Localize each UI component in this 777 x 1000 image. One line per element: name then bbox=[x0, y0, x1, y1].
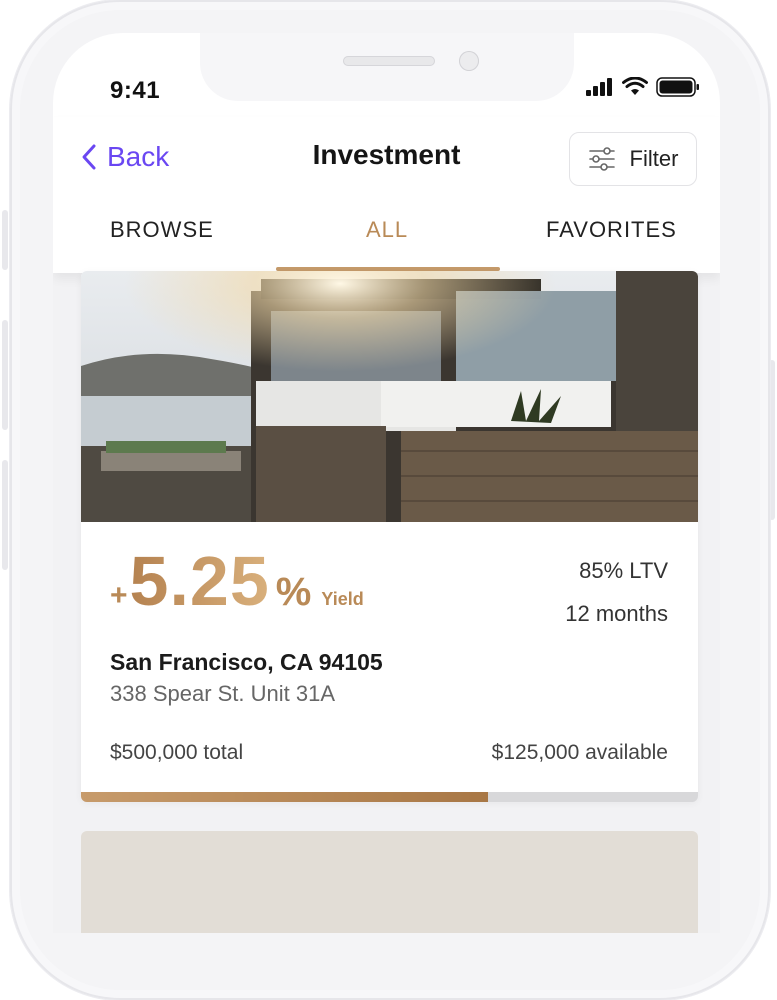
property-city: San Francisco, CA 94105 bbox=[110, 649, 383, 675]
total-amount: $500,000 total bbox=[110, 741, 244, 764]
property-address: 338 Spear St. Unit 31A bbox=[110, 681, 336, 706]
phone-screen: 9:41 Back Investment Filter BROWSE ALL F… bbox=[53, 33, 720, 933]
status-icons bbox=[586, 77, 700, 97]
phone-notch bbox=[200, 33, 574, 101]
phone-camera bbox=[459, 51, 479, 71]
yield-unit: % bbox=[275, 570, 312, 614]
term-value: 12 months bbox=[565, 601, 668, 626]
yield-value: 5.25 bbox=[129, 542, 270, 620]
filter-button[interactable]: Filter bbox=[569, 132, 697, 186]
signal-icon bbox=[586, 78, 612, 96]
sliders-icon bbox=[588, 147, 615, 171]
funding-progress-fill bbox=[81, 792, 489, 802]
phone-side-button bbox=[2, 210, 8, 270]
filter-button-label: Filter bbox=[629, 146, 679, 171]
battery-icon bbox=[656, 77, 699, 97]
navigation-bar: Back Investment Filter BROWSE ALL FAVORI… bbox=[53, 117, 720, 273]
tab-favorites[interactable]: FAVORITES bbox=[546, 217, 677, 243]
yield-label: Yield bbox=[321, 589, 364, 609]
yield-sign: + bbox=[110, 579, 128, 612]
loan-terms: 85% LTV 12 months bbox=[565, 549, 668, 635]
available-amount: $125,000 available bbox=[491, 741, 668, 764]
phone-speaker bbox=[343, 56, 435, 66]
wifi-icon bbox=[622, 77, 648, 95]
status-time: 9:41 bbox=[110, 77, 161, 104]
investment-card[interactable]: + 5.25 % Yield 85% LTV 12 months San Fra… bbox=[81, 271, 698, 801]
phone-side-button bbox=[2, 320, 8, 430]
funding-progress-bar bbox=[81, 792, 698, 802]
next-investment-card[interactable] bbox=[81, 831, 698, 933]
tab-all[interactable]: ALL bbox=[366, 217, 408, 243]
tab-bar: BROWSE ALL FAVORITES bbox=[53, 217, 720, 273]
yield-display: + 5.25 % Yield bbox=[110, 541, 364, 621]
ltv-value: 85% LTV bbox=[579, 558, 668, 583]
property-photo bbox=[81, 271, 698, 522]
phone-side-button bbox=[2, 460, 8, 570]
tab-browse[interactable]: BROWSE bbox=[110, 217, 214, 243]
